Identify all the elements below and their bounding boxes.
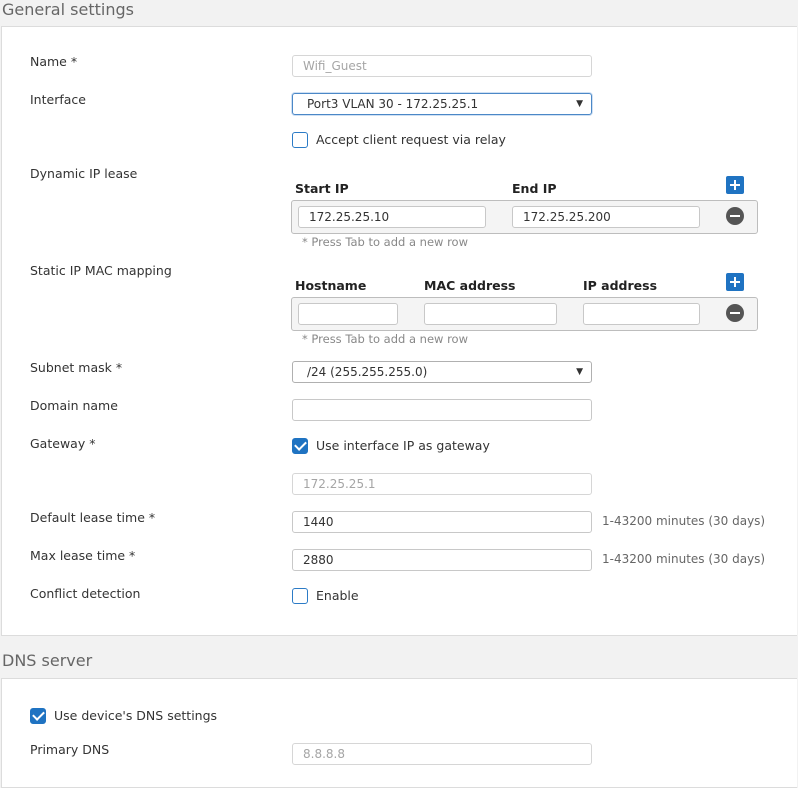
start-ip-header: Start IP [295,181,349,196]
default-lease-time-field[interactable]: 1440 [292,511,592,533]
default-lease-time-note: 1-43200 minutes (30 days) [602,514,766,528]
mac-address-field[interactable] [424,303,557,325]
domain-name-field[interactable] [292,399,592,421]
interface-select-value: Port3 VLAN 30 - 172.25.25.1 [307,97,479,111]
subnet-mask-select-value: /24 (255.255.255.0) [307,365,428,379]
dynamic-ip-lease-label: Dynamic IP lease [30,166,138,181]
add-dynamic-row-plus-icon[interactable] [726,176,744,194]
max-lease-time-label: Max lease time * [30,548,136,563]
end-ip-field[interactable]: 172.25.25.200 [512,206,700,228]
end-ip-header: End IP [512,181,557,196]
ip-address-field[interactable] [583,303,700,325]
conflict-detection-enable-label: Enable [316,588,359,603]
hostname-header: Hostname [295,278,367,293]
primary-dns-label: Primary DNS [30,742,110,757]
subnet-mask-select[interactable]: /24 (255.255.255.0) ▼ [292,361,592,383]
domain-name-label: Domain name [30,398,118,413]
caret-down-icon: ▼ [576,367,583,377]
name-field[interactable]: Wifi_Guest [292,55,592,77]
use-device-dns-checkbox[interactable] [30,708,46,724]
use-interface-ip-checkbox[interactable] [292,438,308,454]
remove-dynamic-row-minus-icon[interactable] [726,207,744,225]
caret-down-icon: ▼ [576,99,583,109]
max-lease-time-field[interactable]: 2880 [292,549,592,571]
default-lease-time-label: Default lease time * [30,510,156,525]
name-label: Name * [30,54,78,69]
add-static-row-plus-icon[interactable] [726,273,744,291]
ip-address-header: IP address [583,278,658,293]
conflict-detection-label: Conflict detection [30,586,141,601]
general-settings-title: General settings [2,0,134,19]
dns-server-title: DNS server [2,651,93,670]
use-device-dns-label: Use device's DNS settings [54,708,218,723]
gateway-field[interactable]: 172.25.25.1 [292,473,592,495]
use-interface-ip-label: Use interface IP as gateway [316,438,490,453]
relay-checkbox[interactable] [292,132,308,148]
relay-checkbox-label: Accept client request via relay [316,132,506,147]
static-ip-mac-mapping-label: Static IP MAC mapping [30,263,172,278]
interface-label: Interface [30,92,86,107]
interface-select[interactable]: Port3 VLAN 30 - 172.25.25.1 ▼ [292,93,592,115]
remove-static-row-minus-icon[interactable] [726,304,744,322]
subnet-mask-label: Subnet mask * [30,360,123,375]
dynamic-lease-hint: * Press Tab to add a new row [302,235,468,249]
start-ip-field[interactable]: 172.25.25.10 [298,206,486,228]
max-lease-time-note: 1-43200 minutes (30 days) [602,552,766,566]
gateway-label: Gateway * [30,436,96,451]
general-settings-panel [1,26,797,636]
mac-address-header: MAC address [424,278,516,293]
hostname-field[interactable] [298,303,398,325]
dns-server-panel [1,678,797,788]
conflict-detection-checkbox[interactable] [292,588,308,604]
static-mapping-hint: * Press Tab to add a new row [302,332,468,346]
primary-dns-field[interactable]: 8.8.8.8 [292,743,592,765]
